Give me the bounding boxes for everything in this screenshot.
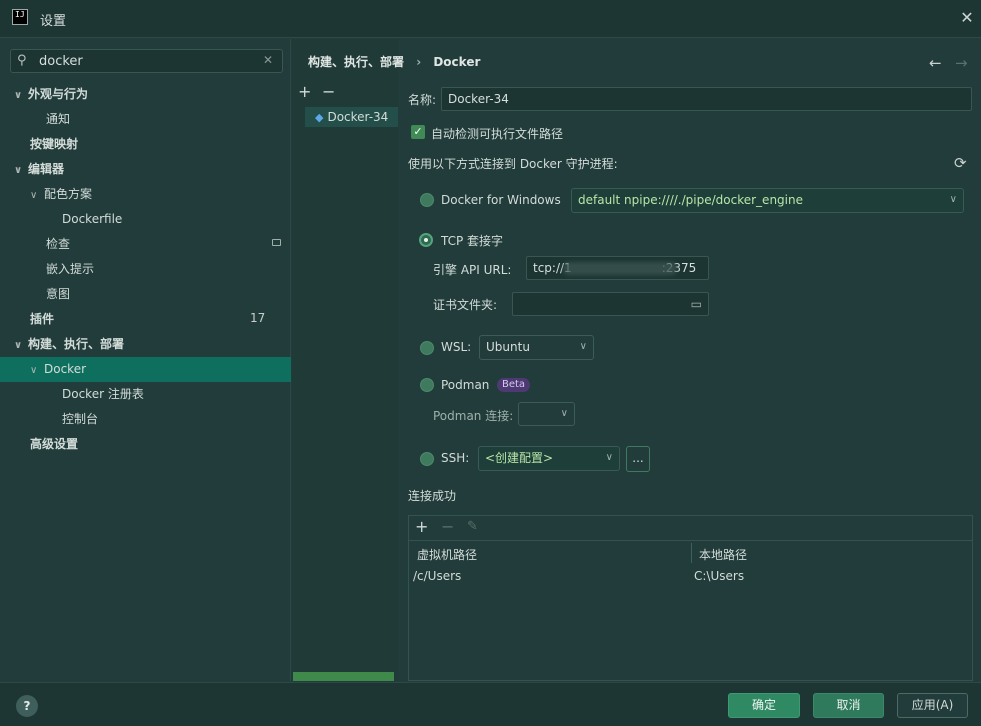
docker-for-windows-select[interactable]: default npipe:////./pipe/docker_engine ∨ bbox=[571, 188, 964, 213]
cert-folder-field[interactable]: ▭ bbox=[512, 292, 709, 316]
chevron-down-icon: ∨ bbox=[14, 165, 23, 176]
window-title: 设置 bbox=[40, 14, 67, 29]
chevron-down-icon: ∨ bbox=[605, 452, 613, 463]
chevron-down-icon: ∨ bbox=[14, 90, 23, 101]
sidebar-item-color-scheme[interactable]: ∨ 配色方案 bbox=[30, 182, 92, 207]
table-row[interactable]: /c/Users C:\Users bbox=[409, 565, 972, 587]
remove-icon[interactable]: − bbox=[322, 82, 335, 101]
column-header-local-path[interactable]: 本地路径 bbox=[699, 546, 747, 563]
tcp-socket-label: TCP 套接字 bbox=[441, 234, 504, 248]
arrow-left-icon[interactable]: ← bbox=[929, 54, 942, 72]
sidebar-item-plugins[interactable]: 插件 bbox=[30, 307, 54, 332]
search-box[interactable]: ⚲ ✕ bbox=[10, 49, 283, 73]
connection-status: 连接成功 bbox=[408, 489, 457, 503]
docker-for-windows-label: Docker for Windows bbox=[441, 193, 561, 207]
settings-sidebar: ⚲ ✕ ∨外观与行为 通知 按键映射 ∨编辑器 ∨配色方案 Dockerfile… bbox=[0, 39, 291, 681]
breadcrumb: 构建、执行、部署 › Docker bbox=[308, 53, 480, 70]
docker-connections-list bbox=[292, 39, 398, 681]
name-label: 名称: bbox=[408, 93, 437, 107]
chevron-down-icon: ∨ bbox=[30, 365, 38, 376]
podman-connection-select[interactable]: ∨ bbox=[518, 402, 575, 426]
sidebar-item-docker[interactable]: ∨ Docker bbox=[30, 357, 86, 382]
apply-button[interactable]: 应用(A) bbox=[897, 693, 968, 718]
horizontal-scrollbar[interactable] bbox=[293, 672, 394, 681]
sidebar-item-notifications[interactable]: 通知 bbox=[46, 107, 70, 132]
sidebar-item-editor[interactable]: ∨ 编辑器 bbox=[14, 157, 64, 182]
column-header-vm-path[interactable]: 虚拟机路径 bbox=[417, 546, 477, 563]
redacted-address-mask bbox=[563, 262, 677, 275]
column-divider[interactable] bbox=[691, 543, 692, 563]
engine-api-url-label: 引擎 API URL: bbox=[433, 263, 512, 277]
connect-heading: 使用以下方式连接到 Docker 守护进程: bbox=[408, 157, 618, 171]
docker-for-windows-radio[interactable] bbox=[420, 193, 434, 207]
sidebar-item-appearance[interactable]: ∨ 外观与行为 bbox=[14, 82, 88, 107]
chevron-down-icon: ∨ bbox=[14, 340, 23, 351]
auto-detect-checkbox[interactable]: ✓ bbox=[411, 125, 425, 139]
search-input[interactable] bbox=[39, 52, 249, 70]
refresh-icon[interactable]: ⟳ bbox=[954, 154, 967, 172]
sidebar-item-console[interactable]: 控制台 bbox=[62, 407, 98, 432]
add-icon[interactable]: + bbox=[415, 517, 428, 536]
wsl-radio[interactable] bbox=[420, 341, 434, 355]
project-settings-icon bbox=[272, 239, 281, 246]
close-icon[interactable]: ✕ bbox=[958, 8, 976, 27]
app-icon: IJ bbox=[12, 9, 28, 25]
clear-icon[interactable]: ✕ bbox=[263, 53, 273, 67]
table-cell-local-path: C:\Users bbox=[694, 569, 745, 583]
table-cell-vm-path: /c/Users bbox=[413, 569, 462, 583]
auto-detect-label: 自动检测可执行文件路径 bbox=[431, 127, 564, 141]
path-mappings-table: + − ✎ 虚拟机路径 本地路径 /c/Users C:\Users bbox=[408, 515, 973, 681]
chevron-down-icon: ∨ bbox=[949, 194, 957, 205]
chevron-down-icon: ∨ bbox=[579, 341, 587, 352]
podman-connection-label: Podman 连接: bbox=[433, 409, 514, 423]
ssh-more-button[interactable]: ... bbox=[626, 446, 650, 472]
search-icon: ⚲ bbox=[17, 53, 27, 68]
sidebar-item-keymap[interactable]: 按键映射 bbox=[30, 132, 78, 157]
table-toolbar: + − ✎ bbox=[409, 516, 972, 541]
sidebar-item-inlay-hints[interactable]: 嵌入提示 bbox=[46, 257, 94, 282]
title-bar bbox=[0, 0, 981, 38]
ssh-label: SSH: bbox=[441, 451, 470, 465]
wsl-distro-select[interactable]: Ubuntu ∨ bbox=[479, 335, 594, 360]
arrow-right-icon: → bbox=[955, 54, 968, 72]
breadcrumb-separator: › bbox=[416, 55, 422, 69]
tcp-socket-radio[interactable] bbox=[419, 233, 433, 247]
ssh-config-select[interactable]: <创建配置> ∨ bbox=[478, 446, 620, 471]
sidebar-item-build-exec-deploy[interactable]: ∨ 构建、执行、部署 bbox=[14, 332, 124, 357]
list-item-docker-connection[interactable]: ◆ Docker-34 bbox=[305, 107, 398, 127]
plugins-count-badge: 17 bbox=[250, 311, 266, 325]
cancel-button[interactable]: 取消 bbox=[813, 693, 884, 718]
breadcrumb-current: Docker bbox=[433, 55, 481, 69]
remove-icon: − bbox=[441, 517, 455, 536]
chevron-down-icon: ∨ bbox=[560, 408, 568, 419]
wsl-label: WSL: bbox=[441, 340, 472, 354]
ssh-radio[interactable] bbox=[420, 452, 434, 466]
podman-label: Podman bbox=[441, 378, 490, 392]
chevron-down-icon: ∨ bbox=[30, 190, 38, 201]
name-field[interactable]: Docker-34 bbox=[441, 87, 972, 111]
docker-whale-icon: ◆ bbox=[315, 111, 324, 124]
ok-button[interactable]: 确定 bbox=[728, 693, 800, 718]
folder-icon[interactable]: ▭ bbox=[691, 293, 702, 315]
breadcrumb-parent[interactable]: 构建、执行、部署 bbox=[308, 55, 404, 69]
beta-badge: Beta bbox=[497, 378, 531, 392]
help-button[interactable]: ? bbox=[16, 695, 38, 717]
sidebar-item-dockerfile[interactable]: Dockerfile bbox=[62, 207, 122, 232]
sidebar-item-inspections[interactable]: 检查 bbox=[46, 232, 70, 257]
add-icon[interactable]: + bbox=[298, 82, 311, 101]
sidebar-item-intentions[interactable]: 意图 bbox=[46, 282, 70, 307]
sidebar-item-docker-registry[interactable]: Docker 注册表 bbox=[62, 382, 144, 407]
edit-pencil-icon: ✎ bbox=[467, 519, 478, 534]
cert-folder-label: 证书文件夹: bbox=[433, 298, 498, 312]
sidebar-item-advanced[interactable]: 高级设置 bbox=[30, 432, 78, 457]
podman-radio[interactable] bbox=[420, 378, 434, 392]
